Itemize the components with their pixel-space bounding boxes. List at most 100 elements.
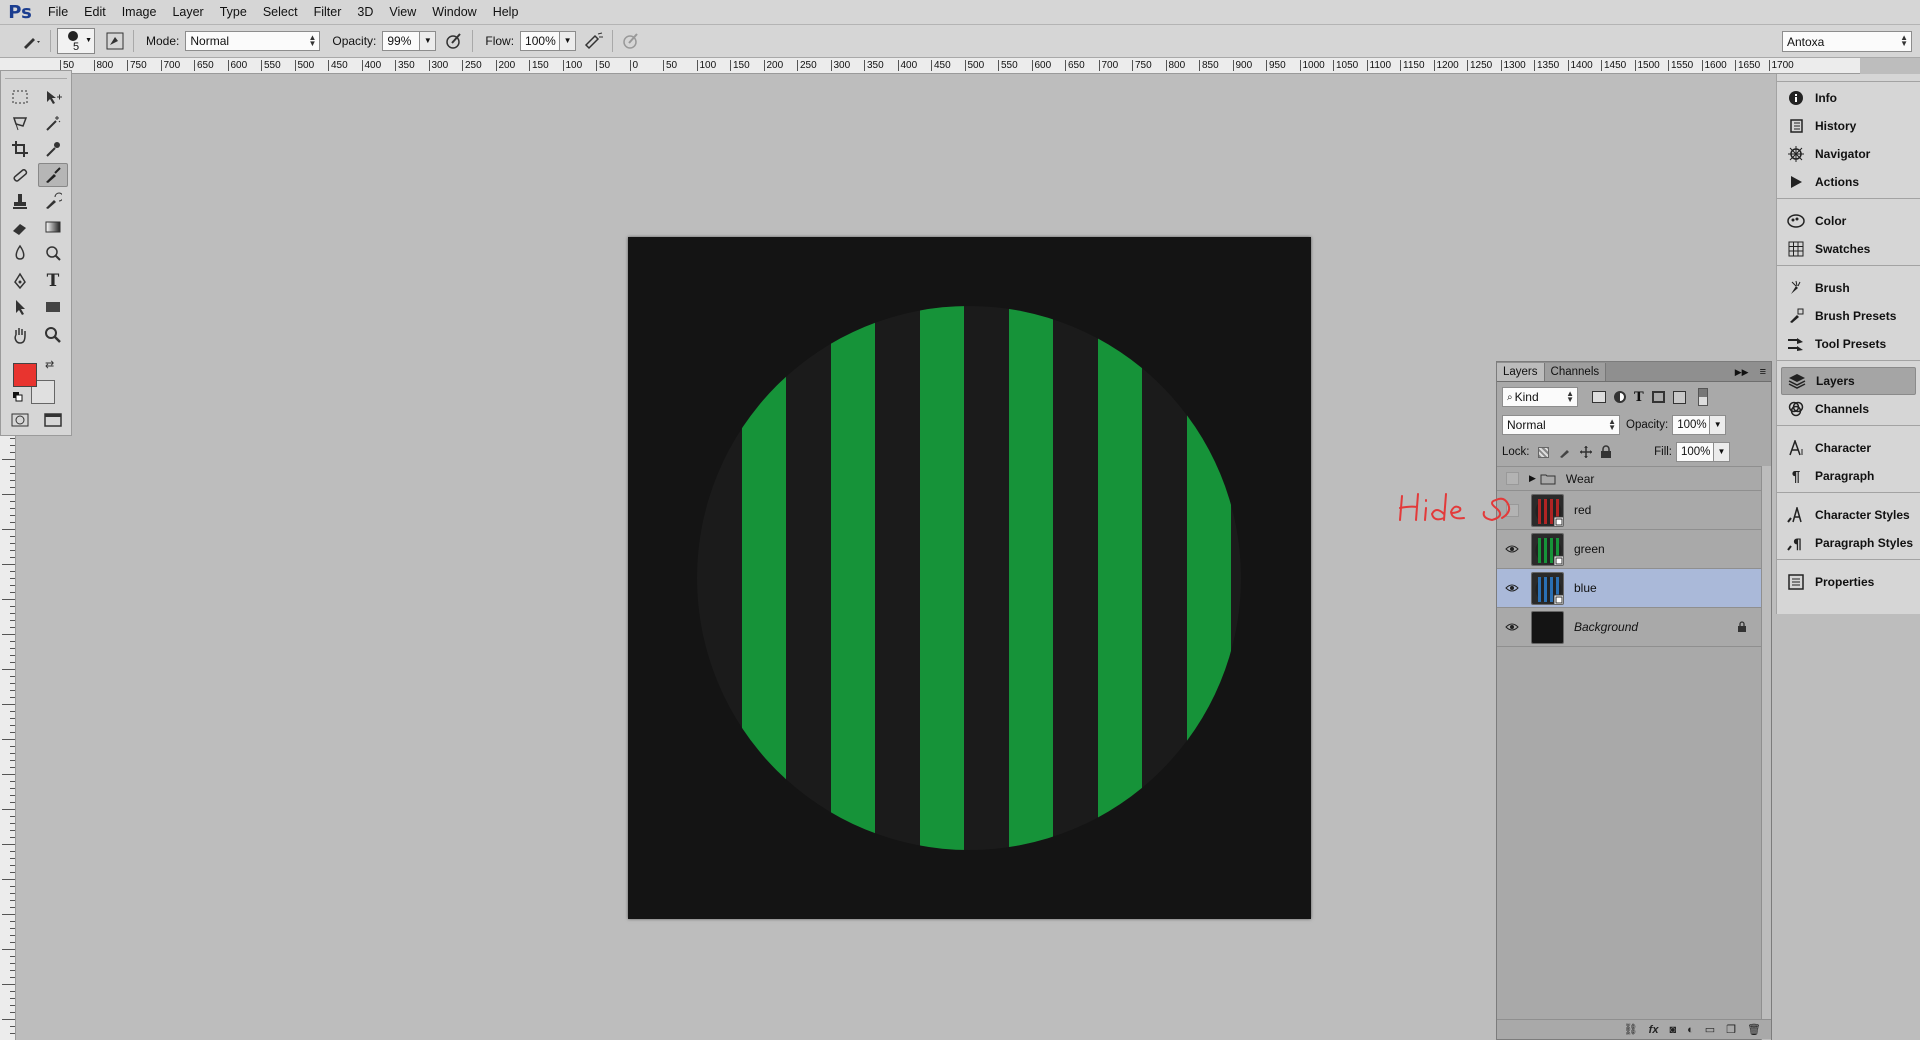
layer-name[interactable]: Wear [1566,472,1594,486]
opacity-value[interactable]: 99% [382,31,421,51]
opacity-dropdown-button[interactable]: ▼ [420,31,437,51]
layer-row-green[interactable]: green [1497,530,1761,569]
menu-image[interactable]: Image [114,0,165,25]
panel-menu-icon[interactable]: ≡ [1755,363,1771,381]
layer-opacity-value[interactable]: 100% [1672,415,1711,435]
airbrush-icon[interactable] [582,29,606,53]
blend-mode-select[interactable]: Normal ▲ ▼ [1502,415,1620,435]
menu-file[interactable]: File [40,0,76,25]
eraser-tool-icon[interactable] [5,215,35,239]
layer-name[interactable]: Background [1574,620,1638,634]
eye-icon[interactable] [1501,577,1523,599]
filter-smart-object-icon[interactable] [1672,390,1686,404]
layer-row-red[interactable]: red [1497,491,1761,530]
dock-character-styles[interactable]: Character Styles [1777,501,1920,529]
dock-properties[interactable]: Properties [1777,568,1920,596]
lock-pixels-icon[interactable] [1558,445,1572,459]
rectangle-tool-icon[interactable] [38,295,68,319]
menu-edit[interactable]: Edit [76,0,114,25]
new-layer-icon[interactable]: ❐ [1726,1023,1736,1036]
dock-channels[interactable]: Channels [1777,395,1920,423]
brush-tool-preset-icon[interactable] [20,29,44,53]
layer-row-wear[interactable]: ▶ Wear [1497,467,1761,491]
adjustment-layer-icon[interactable]: ◐ [1687,1024,1694,1036]
toolbox-grip[interactable] [5,71,67,79]
menu-view[interactable]: View [381,0,424,25]
dock-tool-presets[interactable]: Tool Presets [1777,330,1920,358]
pressure-opacity-icon[interactable] [442,29,466,53]
tab-layers[interactable]: Layers [1497,363,1545,381]
layer-opacity-dropdown[interactable]: ▼ [1710,415,1727,435]
move-tool-icon[interactable] [38,85,68,109]
layer-row-blue[interactable]: blue [1497,569,1761,608]
mode-select[interactable]: Normal ▲ ▼ [185,31,321,51]
layer-style-fx-icon[interactable]: fx [1649,1024,1659,1036]
layer-name[interactable]: red [1574,503,1591,517]
document-canvas[interactable] [628,237,1311,919]
fill-dropdown[interactable]: ▼ [1714,442,1730,462]
dodge-tool-icon[interactable] [38,241,68,265]
path-selection-tool-icon[interactable] [5,295,35,319]
flow-value[interactable]: 100% [520,31,561,51]
flow-dropdown-button[interactable]: ▼ [560,31,577,51]
dock-swatches[interactable]: Swatches [1777,235,1920,263]
dock-brush-presets[interactable]: Brush Presets [1777,302,1920,330]
menu-window[interactable]: Window [424,0,484,25]
layer-opacity-field[interactable]: 100% ▼ [1672,415,1727,435]
workspace-select[interactable]: Antoxa ▲ ▼ [1782,31,1912,52]
dock-history[interactable]: History [1777,112,1920,140]
dock-paragraph-styles[interactable]: ¶ Paragraph Styles [1777,529,1920,557]
filter-type-icon[interactable]: T [1634,390,1644,405]
lock-transparent-icon[interactable] [1537,446,1549,458]
gradient-tool-icon[interactable] [38,215,68,239]
eye-icon[interactable] [1501,616,1523,638]
eyedropper-tool-icon[interactable] [38,137,68,161]
dock-brush[interactable]: Brush [1777,274,1920,302]
default-colors-icon[interactable] [13,392,23,402]
menu-type[interactable]: Type [212,0,255,25]
filter-kind-select[interactable]: ⌕ Kind ▲ ▼ [1502,387,1578,407]
new-group-icon[interactable]: ▭ [1705,1023,1715,1036]
clone-stamp-tool-icon[interactable] [5,189,35,213]
dock-character[interactable]: Character [1777,434,1920,462]
link-layers-icon[interactable]: ⛓ [1624,1023,1638,1036]
layer-row-background[interactable]: Background [1497,608,1761,647]
quick-mask-icon[interactable] [5,408,35,432]
add-mask-icon[interactable]: ◙ [1669,1024,1676,1036]
brush-panel-toggle-icon[interactable] [103,29,127,53]
blur-tool-icon[interactable] [5,241,35,265]
type-tool-icon[interactable]: T [38,269,68,293]
menu-help[interactable]: Help [485,0,527,25]
layer-name[interactable]: blue [1574,581,1597,595]
filter-pixel-icon[interactable] [1592,391,1606,403]
fill-field[interactable]: 100% ▼ [1676,442,1730,462]
marquee-tool-icon[interactable] [5,85,35,109]
healing-brush-tool-icon[interactable] [5,163,35,187]
group-expand-icon[interactable]: ▶ [1529,473,1536,484]
filter-toggle-switch[interactable] [1697,388,1708,406]
flow-field[interactable]: 100% ▼ [520,31,577,51]
screen-mode-icon[interactable] [38,408,68,432]
lasso-tool-icon[interactable] [5,111,35,135]
menu-filter[interactable]: Filter [306,0,350,25]
eye-icon[interactable] [1501,538,1523,560]
tab-channels[interactable]: Channels [1544,363,1607,381]
opacity-field[interactable]: 99% ▼ [382,31,437,51]
fill-value[interactable]: 100% [1676,442,1714,462]
foreground-color-swatch[interactable] [13,363,37,387]
menu-select[interactable]: Select [255,0,306,25]
dock-paragraph[interactable]: ¶ Paragraph [1777,462,1920,490]
dock-color[interactable]: Color [1777,207,1920,235]
dock-layers[interactable]: Layers [1781,367,1916,395]
dock-navigator[interactable]: Navigator [1777,140,1920,168]
history-brush-tool-icon[interactable] [38,189,68,213]
horizontal-ruler[interactable]: 50 800 750 700 650 600 550 500 450 400 350 300 250 20… [60,58,1860,74]
collapse-panel-icon[interactable]: ▶▶ [1729,363,1755,381]
dock-actions[interactable]: Actions [1777,168,1920,196]
dock-grip[interactable] [1777,74,1920,82]
zoom-tool-icon[interactable] [38,323,68,347]
magic-wand-tool-icon[interactable] [38,111,68,135]
crop-tool-icon[interactable] [5,137,35,161]
layers-scrollbar[interactable] [1761,466,1771,1040]
filter-adjustment-icon[interactable] [1614,391,1626,403]
